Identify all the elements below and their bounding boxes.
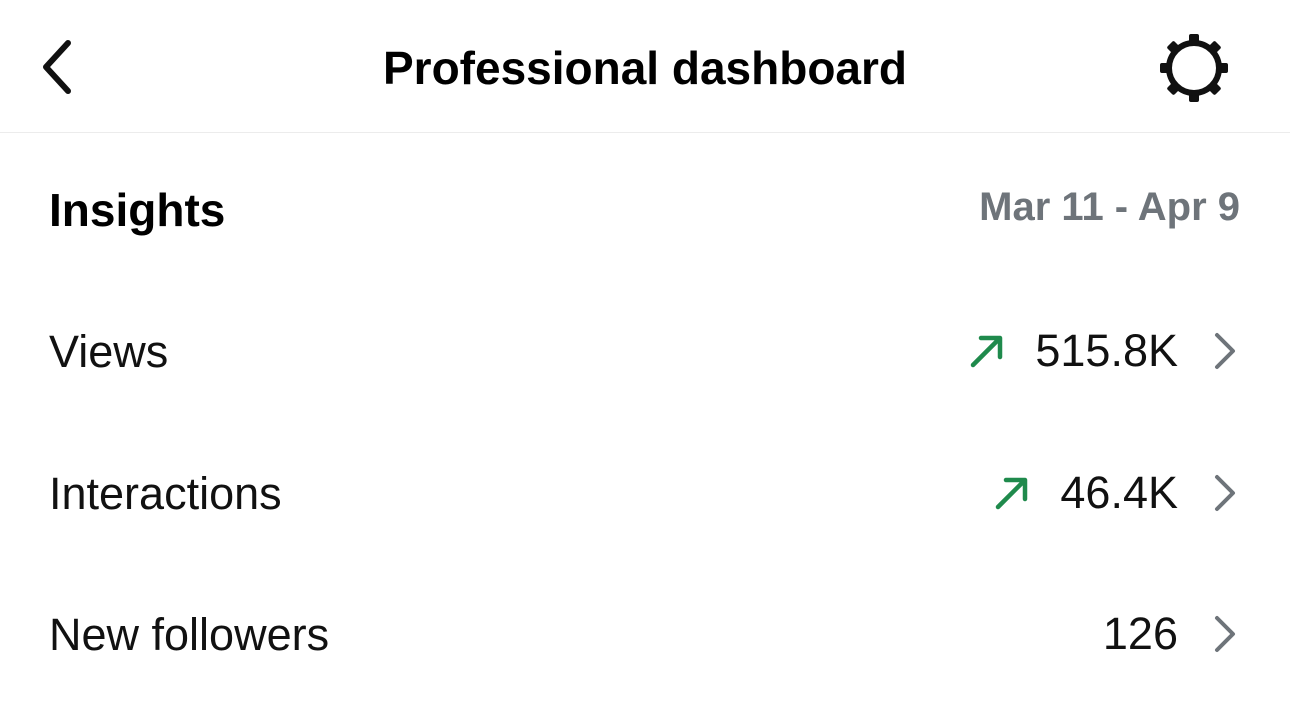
chevron-right-icon bbox=[1212, 614, 1238, 654]
date-range[interactable]: Mar 11 - Apr 9 bbox=[979, 180, 1240, 234]
top-navigation-bar: Professional dashboard bbox=[0, 0, 1290, 133]
chevron-left-icon bbox=[43, 40, 71, 94]
metric-value: 126 bbox=[1102, 608, 1178, 659]
chevron-right-icon bbox=[1212, 331, 1238, 371]
metric-value-group: 126 bbox=[1103, 604, 1238, 664]
metric-value: 515.8K bbox=[1035, 325, 1178, 376]
back-button[interactable] bbox=[28, 32, 88, 102]
metric-row-interactions[interactable]: Interactions 46.4K bbox=[0, 439, 1290, 549]
settings-button[interactable] bbox=[1150, 26, 1238, 110]
section-title: Insights bbox=[49, 184, 226, 236]
trend-up-arrow-icon bbox=[992, 473, 1032, 513]
metric-row-new-followers[interactable]: New followers 126 bbox=[0, 580, 1290, 690]
trend-up-arrow-icon bbox=[967, 331, 1007, 371]
metric-label: Interactions bbox=[49, 468, 282, 519]
metric-row-views[interactable]: Views 515.8K bbox=[0, 297, 1290, 407]
metric-value-group: 46.4K bbox=[992, 463, 1238, 523]
page-title: Professional dashboard bbox=[382, 42, 907, 94]
metric-label: New followers bbox=[49, 609, 330, 660]
insights-header: Insights Mar 11 - Apr 9 bbox=[0, 160, 1290, 260]
metric-label: Views bbox=[49, 326, 169, 377]
chevron-right-icon bbox=[1212, 473, 1238, 513]
metric-value-group: 515.8K bbox=[967, 321, 1238, 381]
metric-value: 46.4K bbox=[1060, 467, 1178, 518]
gear-icon bbox=[1160, 34, 1228, 102]
